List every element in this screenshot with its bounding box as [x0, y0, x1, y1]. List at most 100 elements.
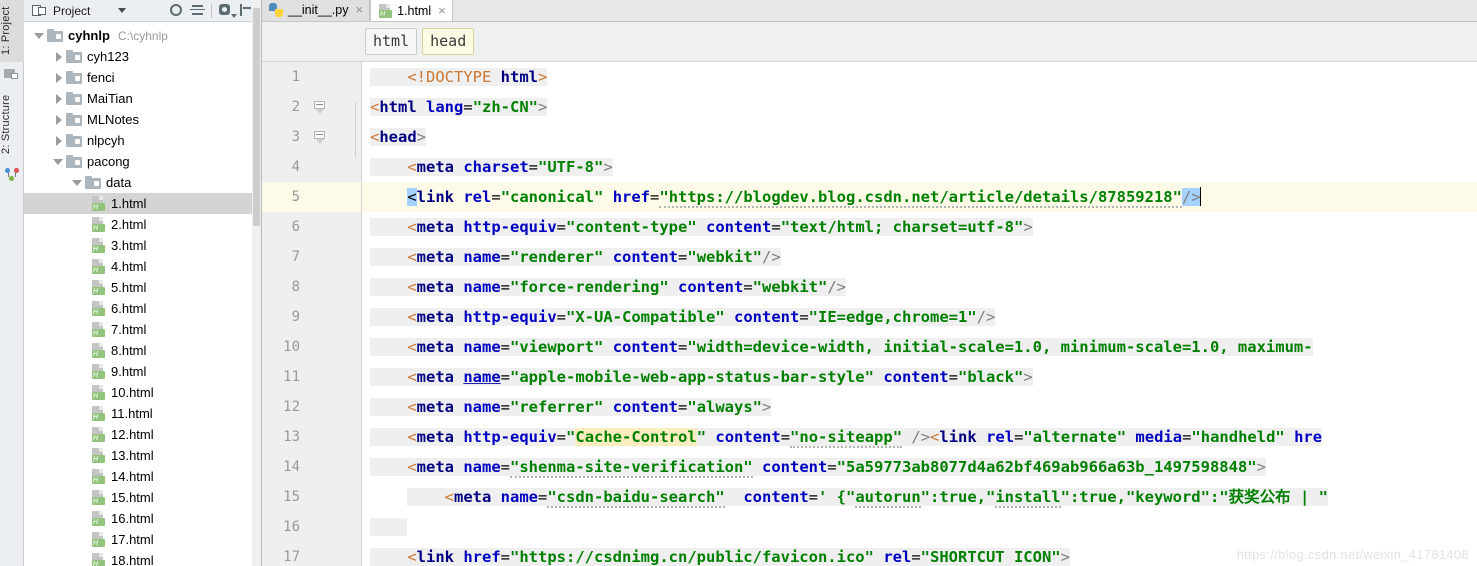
- tree-item-maitian[interactable]: MaiTian: [24, 88, 261, 109]
- fold-marker-icon[interactable]: [314, 101, 326, 114]
- tree-item-cyh123[interactable]: cyh123: [24, 46, 261, 67]
- html-file-icon: H: [91, 343, 106, 358]
- line-number: 12: [283, 399, 300, 415]
- tree-item-18-html[interactable]: H 18.html: [24, 550, 261, 566]
- tree-item-fenci[interactable]: fenci: [24, 67, 261, 88]
- chevron-down-icon[interactable]: [53, 156, 64, 167]
- line-number-gutter[interactable]: 1 2 3 4 5 6 7 8 9 10 11 12 13 14 15 16 1…: [262, 62, 362, 566]
- editor-tab-1-html[interactable]: H 1.html ×: [370, 0, 453, 21]
- close-icon[interactable]: ×: [438, 4, 446, 17]
- breadcrumb-item-head[interactable]: head: [422, 28, 475, 55]
- chevron-down-icon[interactable]: [72, 177, 83, 188]
- project-mini-icon: [4, 66, 20, 82]
- tree-item-12-html[interactable]: H 12.html: [24, 424, 261, 445]
- chevron-right-icon[interactable]: [53, 72, 64, 83]
- code-line[interactable]: <head>: [362, 122, 1477, 152]
- tree-item-label: MaiTian: [87, 91, 133, 106]
- sidebar-tab-structure-label: 2: Structure: [0, 94, 12, 154]
- tree-item-6-html[interactable]: H 6.html: [24, 298, 261, 319]
- code-line[interactable]: <meta name="renderer" content="webkit"/>: [362, 242, 1477, 272]
- breadcrumb-item-html[interactable]: html: [365, 28, 418, 55]
- tree-item-label: fenci: [87, 70, 115, 85]
- tree-item-10-html[interactable]: H 10.html: [24, 382, 261, 403]
- code-line[interactable]: <meta http-equiv="X-UA-Compatible" conte…: [362, 302, 1477, 332]
- tree-item-mlnotes[interactable]: MLNotes: [24, 109, 261, 130]
- tree-item-15-html[interactable]: H 15.html: [24, 487, 261, 508]
- code-line[interactable]: <meta name="referrer" content="always">: [362, 392, 1477, 422]
- scrollbar-thumb[interactable]: [253, 8, 260, 226]
- code-line[interactable]: <html lang="zh-CN">: [362, 92, 1477, 122]
- chevron-down-icon[interactable]: [34, 30, 45, 41]
- tree-item-13-html[interactable]: H 13.html: [24, 445, 261, 466]
- chevron-right-icon[interactable]: [53, 93, 64, 104]
- tree-item-cyhnlp[interactable]: cyhnlp C:\cyhnlp: [24, 25, 261, 46]
- sidebar-tab-project[interactable]: 1: Project: [0, 0, 24, 62]
- tree-item-2-html[interactable]: H 2.html: [24, 214, 261, 235]
- line-number: 8: [291, 279, 300, 295]
- code-line[interactable]: <meta name="csdn-baidu-search" content='…: [362, 482, 1477, 512]
- code-line[interactable]: <meta name="viewport" content="width=dev…: [362, 332, 1477, 362]
- tree-item-4-html[interactable]: H 4.html: [24, 256, 261, 277]
- html-file-icon: H: [91, 238, 106, 253]
- tree-item-14-html[interactable]: H 14.html: [24, 466, 261, 487]
- editor-tab-label: 1.html: [397, 3, 432, 18]
- chevron-right-icon[interactable]: [53, 114, 64, 125]
- project-tree-scrollbar[interactable]: [252, 0, 261, 566]
- tree-item-9-html[interactable]: H 9.html: [24, 361, 261, 382]
- tree-item-5-html[interactable]: H 5.html: [24, 277, 261, 298]
- chevron-right-icon[interactable]: [53, 135, 64, 146]
- code-line[interactable]: <meta charset="UTF-8">: [362, 152, 1477, 182]
- tree-item-label: cyhnlp: [68, 28, 110, 43]
- tree-item-17-html[interactable]: H 17.html: [24, 529, 261, 550]
- tree-item-data[interactable]: data: [24, 172, 261, 193]
- code-line[interactable]: <meta http-equiv="Cache-Control" content…: [362, 422, 1477, 452]
- chevron-right-icon[interactable]: [53, 51, 64, 62]
- tree-item-pacong[interactable]: pacong: [24, 151, 261, 172]
- code-line[interactable]: <meta name="force-rendering" content="we…: [362, 272, 1477, 302]
- tree-item-label: 17.html: [111, 532, 154, 547]
- tree-item-16-html[interactable]: H 16.html: [24, 508, 261, 529]
- code-line-current[interactable]: <link rel="canonical" href="https://blog…: [362, 182, 1477, 212]
- code-lines[interactable]: <!DOCTYPE html> <html lang="zh-CN"> <hea…: [362, 62, 1477, 566]
- target-icon[interactable]: [168, 2, 185, 19]
- code-line[interactable]: <meta name="shenma-site-verification" co…: [362, 452, 1477, 482]
- tree-item-3-html[interactable]: H 3.html: [24, 235, 261, 256]
- left-tool-strip: 1: Project 2: Structure: [0, 0, 24, 566]
- tree-item-1-html[interactable]: H 1.html: [24, 193, 261, 214]
- code-line[interactable]: [362, 512, 1477, 542]
- project-panel-title: Project: [53, 3, 91, 18]
- code-line[interactable]: <meta http-equiv="content-type" content=…: [362, 212, 1477, 242]
- line-number: 11: [283, 369, 300, 385]
- collapse-all-icon[interactable]: [189, 2, 206, 19]
- tree-item-label: 2.html: [111, 217, 147, 232]
- chevron-down-icon[interactable]: [118, 8, 127, 13]
- code-editor[interactable]: 1 2 3 4 5 6 7 8 9 10 11 12 13 14 15 16 1…: [262, 62, 1477, 566]
- code-line[interactable]: <meta name="apple-mobile-web-app-status-…: [362, 362, 1477, 392]
- code-line[interactable]: <link href="https://csdnimg.cn/public/fa…: [362, 542, 1477, 566]
- sidebar-tab-structure[interactable]: 2: Structure: [0, 86, 24, 162]
- gear-icon[interactable]: [217, 2, 237, 19]
- html-file-icon: H: [91, 280, 106, 295]
- folder-icon: [66, 134, 82, 147]
- tree-item-nlpcyh[interactable]: nlpcyh: [24, 130, 261, 151]
- tree-item-8-html[interactable]: H 8.html: [24, 340, 261, 361]
- editor-tab-init-py[interactable]: __init__.py ×: [262, 0, 371, 21]
- html-file-icon: H: [378, 3, 393, 18]
- code-line[interactable]: <!DOCTYPE html>: [362, 62, 1477, 92]
- close-icon[interactable]: ×: [355, 3, 363, 16]
- sidebar-tab-project-label: 1: Project: [0, 6, 12, 56]
- tree-item-label: 12.html: [111, 427, 154, 442]
- tree-item-7-html[interactable]: H 7.html: [24, 319, 261, 340]
- line-number: 2: [262, 92, 362, 122]
- tree-item-label: 16.html: [111, 511, 154, 526]
- tree-item-label: cyh123: [87, 49, 129, 64]
- fold-marker-icon[interactable]: [314, 131, 326, 144]
- tree-item-11-html[interactable]: H 11.html: [24, 403, 261, 424]
- line-number: 7: [291, 249, 300, 265]
- fold-guide-line: [355, 102, 356, 157]
- html-file-icon: H: [91, 322, 106, 337]
- toolbar-divider: [211, 3, 212, 18]
- html-file-icon: H: [91, 532, 106, 547]
- project-tree[interactable]: cyhnlp C:\cyhnlp cyh123 fenci MaiTian MLNotes…: [24, 22, 261, 566]
- html-file-icon: H: [91, 301, 106, 316]
